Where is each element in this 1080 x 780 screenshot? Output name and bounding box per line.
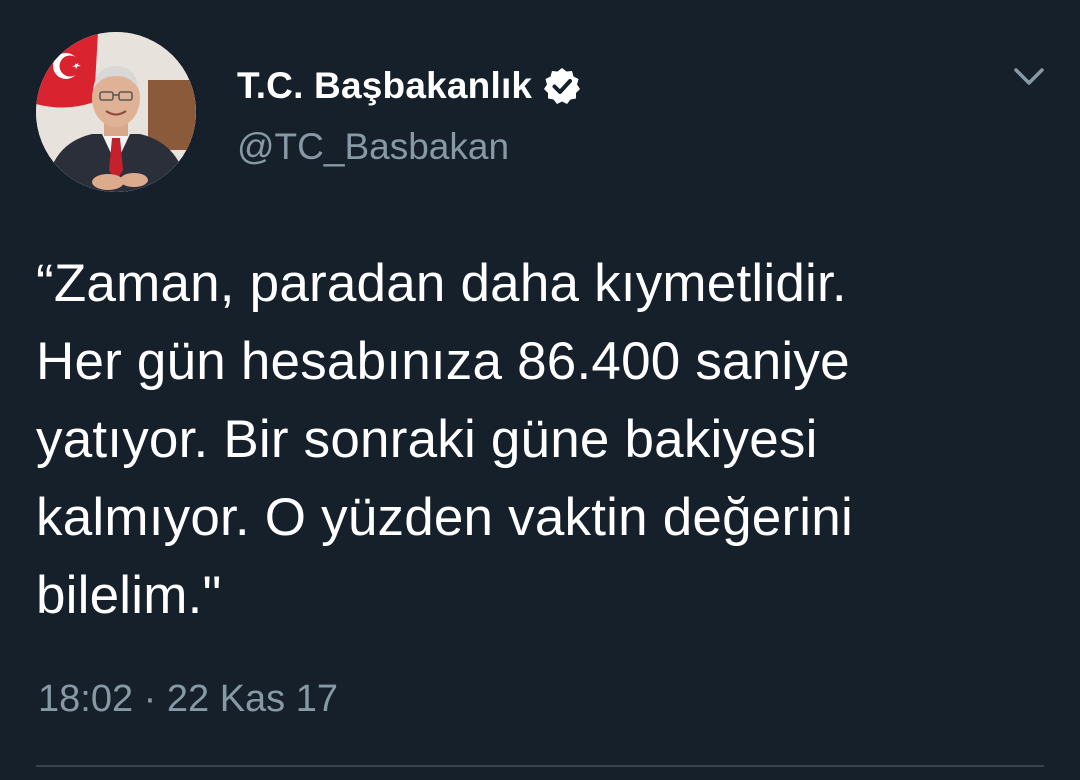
divider <box>36 765 1044 767</box>
timestamp-separator: · <box>143 678 157 720</box>
name-row: T.C. Başbakanlık <box>237 62 582 110</box>
verified-badge-icon <box>542 66 582 106</box>
tweet-header: T.C. Başbakanlık @TC_Basbakan <box>237 62 582 168</box>
chevron-down-icon[interactable] <box>1012 62 1046 92</box>
avatar[interactable] <box>36 32 196 192</box>
tweet-body: “Zaman, paradan daha kıymetlidir. Her gü… <box>36 254 853 625</box>
tweet-time: 18:02 <box>38 678 134 720</box>
avatar-photo <box>36 32 196 192</box>
user-handle[interactable]: @TC_Basbakan <box>237 126 582 168</box>
tweet-timestamp[interactable]: 18:02 · 22 Kas 17 <box>38 678 338 721</box>
tweet-card: T.C. Başbakanlık @TC_Basbakan “Zaman, pa… <box>0 0 1080 780</box>
tweet-date: 22 Kas 17 <box>166 678 339 720</box>
display-name[interactable]: T.C. Başbakanlık <box>237 65 532 107</box>
